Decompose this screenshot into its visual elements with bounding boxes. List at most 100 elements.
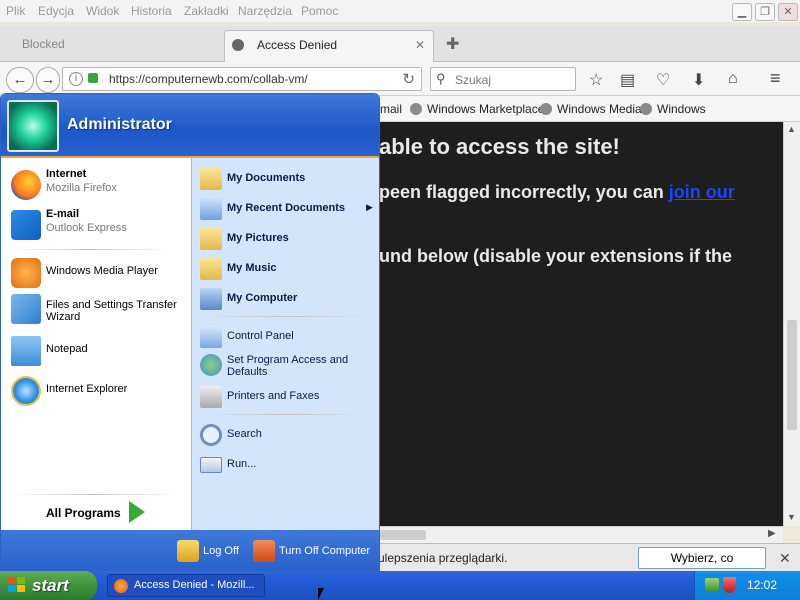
tab-label: Blocked	[22, 37, 65, 51]
recent-documents-icon	[200, 198, 222, 220]
vertical-scrollbar[interactable]: ▲ ▼	[783, 122, 800, 526]
reload-icon[interactable]: ↻	[402, 70, 415, 88]
pocket-icon[interactable]: ♡	[656, 70, 670, 90]
start-item-media-player[interactable]: Windows Media Player	[9, 256, 187, 288]
forward-icon[interactable]: →	[36, 67, 60, 93]
avatar[interactable]	[7, 100, 59, 152]
turn-off-button[interactable]: Turn Off Computer	[253, 539, 377, 563]
network-icon[interactable]	[705, 578, 719, 592]
bookmark-windows-marketplace[interactable]: Windows Marketplace	[410, 102, 544, 116]
notification-close-icon[interactable]: ✕	[779, 550, 791, 567]
folder-icon	[200, 228, 222, 250]
start-item-my-documents[interactable]: My Documents	[198, 168, 378, 192]
menu-tools[interactable]: Narzędzia	[238, 4, 292, 18]
control-panel-icon	[200, 326, 222, 348]
bookmark-windows[interactable]: Windows	[640, 102, 706, 116]
start-button[interactable]: start	[0, 571, 97, 600]
all-programs-arrow-icon[interactable]	[129, 501, 145, 523]
notepad-icon	[11, 336, 41, 366]
menu-bookmarks[interactable]: Zakładki	[184, 4, 229, 18]
search-input[interactable]: ⚲ Szukaj	[430, 67, 576, 91]
choose-share-button[interactable]: Wybierz, co udostępniać	[638, 547, 766, 585]
scroll-up-icon[interactable]: ▲	[787, 124, 796, 134]
bookmark-label: Windows Marketplace	[427, 102, 545, 116]
item-label: Control Panel	[227, 330, 294, 342]
item-title: Internet	[46, 168, 87, 180]
start-label: start	[32, 576, 69, 595]
mouse-cursor-icon	[318, 588, 324, 600]
start-menu-places: My Documents My Recent Documents ▶ My Pi…	[191, 158, 379, 530]
key-icon	[177, 540, 199, 562]
start-menu: Administrator Internet Mozilla Firefox E-…	[0, 93, 380, 571]
turn-off-label: Turn Off Computer	[279, 545, 371, 557]
item-title: Notepad	[46, 343, 88, 355]
scroll-right-icon[interactable]: ▶	[768, 528, 776, 539]
item-label: Search	[227, 428, 262, 440]
power-icon	[253, 540, 275, 562]
new-tab-icon[interactable]: ✚	[446, 34, 459, 54]
bookmark-mail[interactable]: mail	[380, 102, 402, 116]
menu-help[interactable]: Pomoc	[301, 4, 338, 18]
start-item-my-computer[interactable]: My Computer	[198, 288, 378, 312]
folder-icon	[200, 258, 222, 280]
divider	[9, 249, 169, 250]
search-placeholder: Szukaj	[455, 73, 492, 87]
scroll-down-icon[interactable]: ▼	[787, 512, 796, 522]
start-item-run[interactable]: Run...	[198, 454, 378, 478]
menu-view[interactable]: Widok	[86, 4, 119, 18]
item-title: Windows Media Player	[46, 265, 158, 277]
start-menu-header: Administrator	[1, 94, 379, 158]
menu-history[interactable]: Historia	[131, 4, 172, 18]
taskbar-item-firefox[interactable]: Access Denied - Mozill...	[107, 574, 265, 597]
security-shield-icon[interactable]	[723, 577, 736, 593]
reading-list-icon[interactable]: ▤	[620, 70, 635, 90]
start-item-program-access[interactable]: Set Program Access and Defaults	[198, 354, 378, 384]
tab-blocked[interactable]: Blocked	[0, 30, 222, 62]
download-icon[interactable]: ⬇	[692, 70, 705, 90]
start-menu-footer: Log Off Turn Off Computer	[1, 530, 379, 570]
start-item-transfer-wizard[interactable]: Files and Settings Transfer Wizard	[9, 292, 187, 328]
start-item-control-panel[interactable]: Control Panel	[198, 326, 378, 350]
item-subtitle: Outlook Express	[46, 222, 127, 234]
page-heading: able to access the site!	[379, 134, 620, 159]
tab-close-icon[interactable]: ✕	[415, 31, 425, 59]
all-programs-button[interactable]: All Programs	[46, 506, 121, 520]
menu-file[interactable]: Plik	[6, 4, 25, 18]
start-item-email[interactable]: E-mail Outlook Express	[9, 208, 187, 244]
hamburger-menu-icon[interactable]: ≡	[770, 68, 781, 89]
navigation-bar: ← → i https://computernewb.com/collab-vm…	[0, 62, 800, 96]
start-item-my-recent-documents[interactable]: My Recent Documents ▶	[198, 198, 378, 222]
item-title: E-mail	[46, 208, 80, 220]
url-text: https://computernewb.com/collab-vm/	[109, 72, 308, 86]
start-item-search[interactable]: Search	[198, 424, 378, 448]
start-item-internet[interactable]: Internet Mozilla Firefox	[9, 168, 187, 204]
bookmark-windows-media[interactable]: Windows Media	[540, 102, 642, 116]
item-label: My Computer	[227, 292, 298, 304]
start-item-my-music[interactable]: My Music	[198, 258, 378, 282]
globe-icon	[540, 103, 552, 115]
internet-explorer-icon	[11, 376, 41, 406]
start-item-internet-explorer[interactable]: Internet Explorer	[9, 374, 187, 406]
back-icon[interactable]: ←	[6, 67, 34, 93]
restore-icon[interactable]: ❐	[755, 3, 775, 21]
join-link[interactable]: join our	[669, 182, 735, 202]
search-icon: ⚲	[436, 71, 446, 86]
minimize-icon[interactable]: ▁	[732, 3, 752, 21]
bookmark-star-icon[interactable]: ☆	[589, 70, 603, 90]
tab-access-denied[interactable]: Access Denied ✕	[224, 30, 434, 62]
home-icon[interactable]: ⌂	[728, 70, 738, 88]
start-item-notepad[interactable]: Notepad	[9, 334, 187, 366]
scroll-thumb[interactable]	[787, 320, 797, 430]
notification-text: ulepszenia przeglądarki.	[378, 551, 508, 565]
start-item-my-pictures[interactable]: My Pictures	[198, 228, 378, 252]
start-menu-programs: Internet Mozilla Firefox E-mail Outlook Ex…	[1, 158, 191, 530]
start-item-printers[interactable]: Printers and Faxes	[198, 386, 378, 410]
log-off-button[interactable]: Log Off	[177, 539, 247, 563]
info-icon[interactable]: i	[69, 72, 83, 86]
computer-icon	[200, 288, 222, 310]
item-label: Run...	[227, 458, 257, 470]
menu-edit[interactable]: Edycja	[38, 4, 74, 18]
url-bar[interactable]: i https://computernewb.com/collab-vm/ ↻	[62, 67, 422, 91]
close-icon[interactable]: ✕	[778, 3, 798, 21]
scroll-thumb[interactable]	[380, 530, 426, 540]
